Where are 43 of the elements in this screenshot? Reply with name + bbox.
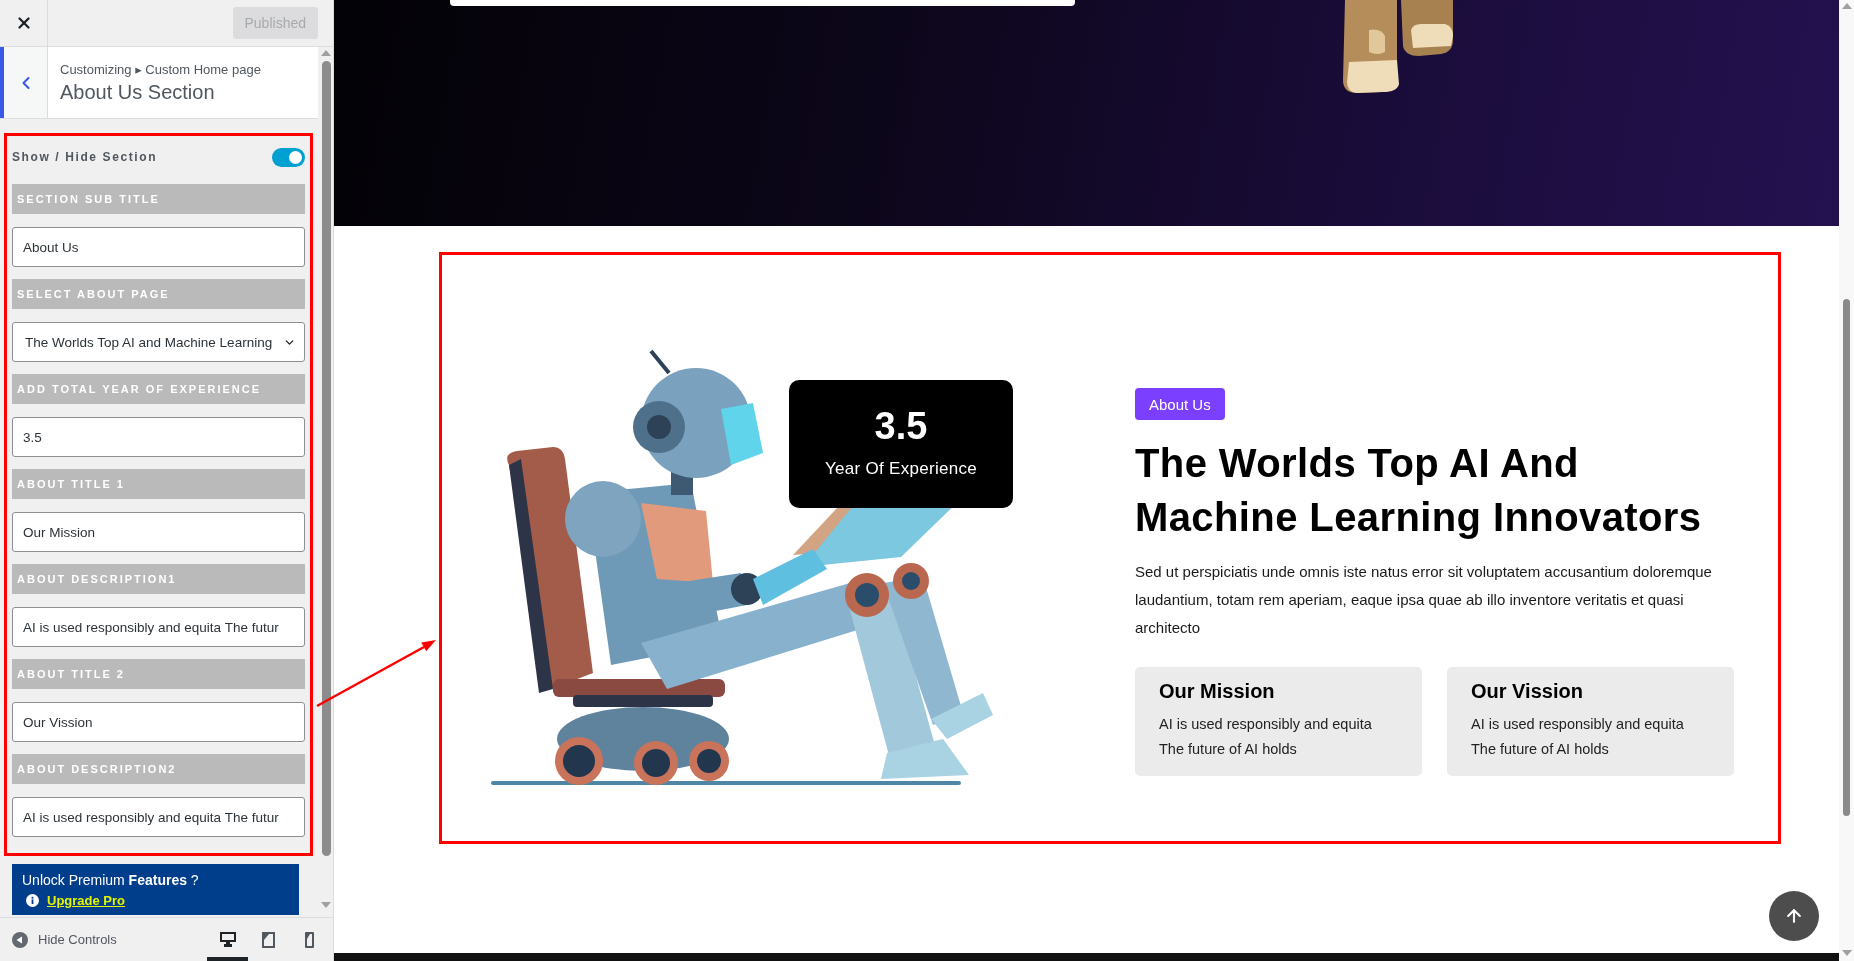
card-title: Our Mission: [1159, 679, 1276, 704]
tablet-icon: [262, 931, 275, 948]
section-badge: About Us: [1135, 388, 1225, 420]
info-icon: [26, 894, 39, 907]
field-label: ABOUT TITLE 1: [12, 469, 305, 499]
card-text: AI is used responsibly and equita The future of AI holds: [1159, 715, 1373, 759]
scroll-up-arrow-icon[interactable]: [1841, 3, 1852, 9]
desktop-icon: [219, 932, 236, 947]
premium-text: Unlock Premium Features ?: [22, 871, 200, 889]
card-title: Our Vission: [1471, 679, 1584, 704]
text-input[interactable]: Our Vission: [12, 702, 305, 742]
text-input[interactable]: 3.5: [12, 417, 305, 457]
scrollbar-thumb[interactable]: [1843, 299, 1850, 816]
hide-controls-button[interactable]: Hide Controls: [12, 931, 117, 948]
text-input[interactable]: Our Mission: [12, 512, 305, 552]
experience-value: 3.5: [874, 404, 928, 448]
section-heading: The Worlds Top AI And Machine Learning Innovators: [1135, 440, 1703, 541]
phone-icon: [305, 931, 314, 948]
card-text: AI is used responsibly and equita The future of AI holds: [1471, 715, 1685, 759]
field-label: ADD TOTAL YEAR OF EXPERIENCE: [12, 374, 305, 404]
text-input[interactable]: AI is used responsibly and equita The futur: [12, 607, 305, 647]
section-title: About Us Section: [60, 80, 216, 104]
text-input[interactable]: About Us: [12, 227, 305, 267]
upgrade-link[interactable]: Upgrade Pro: [47, 892, 125, 909]
circle-arrow-left-icon: [12, 931, 28, 948]
field-label: ABOUT DESCRIPTION2: [12, 754, 305, 784]
section-description: Sed ut perspiciatis unde omnis iste natus error sit voluptatem accusantium doloremque laudantium, totam rem aperiam, eaque ipsa quae ab illo inventore veritatis et quasi architecto: [1135, 562, 1713, 638]
section-toggle[interactable]: [272, 147, 305, 167]
field-label: SELECT ABOUT PAGE: [12, 279, 305, 309]
field-label: ABOUT DESCRIPTION1: [12, 564, 305, 594]
scroll-down-arrow-icon[interactable]: [1841, 950, 1852, 956]
scroll-up-arrow-icon[interactable]: [321, 50, 331, 56]
breadcrumb: Customizing ▸ Custom Home page: [60, 61, 261, 77]
toggle-label: Show / Hide Section: [12, 150, 158, 164]
arrow-up-icon: [1784, 906, 1804, 926]
experience-label: Year Of Experience: [824, 458, 978, 480]
field-label: SECTION SUB TITLE: [12, 184, 305, 214]
scroll-down-arrow-icon[interactable]: [321, 902, 331, 908]
scrollbar-thumb[interactable]: [321, 61, 331, 856]
back-button[interactable]: [0, 47, 48, 118]
text-input[interactable]: AI is used responsibly and equita The futur: [12, 797, 305, 837]
page-select[interactable]: The Worlds Top AI and Machine Learning: [12, 322, 305, 362]
field-label: ABOUT TITLE 2: [12, 659, 305, 689]
